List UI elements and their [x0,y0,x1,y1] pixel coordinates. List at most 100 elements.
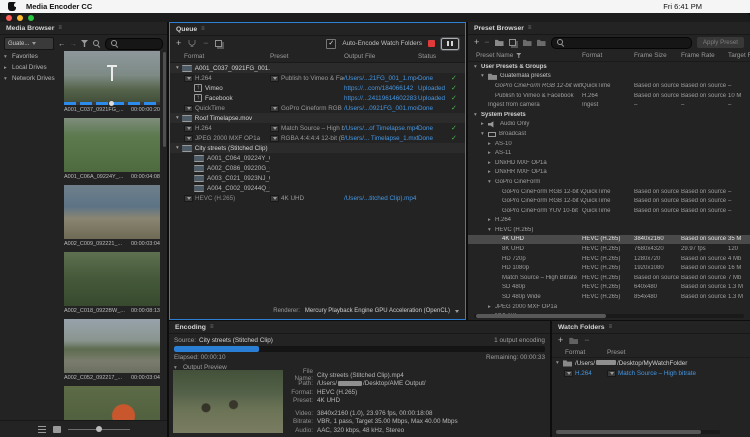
preset-row[interactable]: SD 480p Wide HEVC (H.265) 854x480 Based … [468,292,750,302]
preset-row[interactable]: ▸ DNxHD MXF OP1a [468,158,750,168]
preset-row[interactable]: Publish to Vimeo & Facebook H.264 Based … [468,91,750,101]
preset-row[interactable]: ▸ DNxHR MXF OP1a [468,168,750,178]
column-target-rate[interactable]: Target R [728,52,750,59]
preset-dropdown[interactable] [270,75,279,82]
preset-settings-icon[interactable] [509,39,516,46]
watch-hscrollbar[interactable] [556,430,720,434]
preset-dropdown[interactable] [270,195,279,202]
preset-dropdown[interactable] [607,370,616,377]
panel-menu-icon[interactable]: ≡ [528,25,532,31]
panel-menu-icon[interactable]: ≡ [58,25,62,31]
filter-icon[interactable] [81,40,88,47]
watch-folder-output-row[interactable]: H.264 Match Source – High bitrate [552,368,750,378]
queue-row[interactable]: ▾ ↑ A001_C037_0921FG_001.mov [170,63,465,73]
preset-row[interactable]: GoPro CineForm RGB 12-bit with alpha Qui… [468,187,750,197]
preset-row[interactable]: ▾ GoPro CineForm [468,177,750,187]
output-path[interactable]: /Users/...titched Clip).mp4 [344,195,416,202]
twisty-icon[interactable]: ▾ [4,54,10,60]
media-scrollbar[interactable] [163,52,166,147]
duplicate-button[interactable] [215,40,222,47]
status-icon[interactable] [643,2,654,11]
format-dropdown[interactable] [184,105,193,112]
media-thumbnail[interactable]: A002_C052_092217_... 00:00:03:04 [64,319,160,383]
auto-encode-checkbox[interactable]: ✓ [326,39,336,49]
twisty-icon[interactable]: ▸ [488,160,495,166]
new-group-icon[interactable] [495,39,504,46]
queue-row[interactable]: ↑ A002_C086_09220G_001 [170,163,465,173]
tab-media-browser[interactable]: Media Browser [6,25,54,32]
twisty-icon[interactable]: ▸ [488,217,495,223]
queue-row[interactable]: ▾ ↑ Roof Timelapse.mov [170,113,465,123]
panel-menu-icon[interactable]: ≡ [201,26,205,32]
preset-row[interactable]: ▾ User Presets & Groups [468,62,750,72]
format-dropdown[interactable] [184,135,193,142]
remove-watch-folder-button[interactable]: − [584,336,589,345]
preset-row[interactable]: Ingest from camera Ingest – – – [468,100,750,110]
preset-row[interactable]: 4K UHD HEVC (H.265) 3840x2160 Based on s… [468,235,750,245]
media-tree-item[interactable]: ▾ Favorites [0,51,62,62]
preset-row[interactable]: ▾ HEVC (H.265) [468,225,750,235]
status-icon[interactable] [623,2,634,11]
filter-icon[interactable] [516,53,521,58]
add-source-button[interactable]: + [176,39,181,48]
preset-search-input[interactable] [551,37,692,49]
column-output-file[interactable]: Output File [344,53,418,60]
tab-watch-folders[interactable]: Watch Folders [558,324,605,331]
preset-row[interactable]: ▸ AS-11 [468,148,750,158]
queue-row[interactable]: ↑ A001_C064_09224Y_001 [170,153,465,163]
format-dropdown[interactable] [184,195,193,202]
queue-row[interactable]: ▾ ↑ City streets (Stitched Clip) Hide 4 … [170,143,465,153]
media-thumbnail[interactable]: A001_C037_0921FG_... 00:00:00:20 [64,51,160,115]
status-icon[interactable] [563,2,574,11]
folder-icon[interactable] [569,337,578,344]
format-dropdown[interactable] [184,75,193,82]
output-path[interactable]: /Users/...21FG_001_1.mp4 [344,75,418,82]
queue-row[interactable]: ↑ JPEG 2000 MXF OP1a RGBA 4:4:4:4 12-bit… [170,133,465,143]
twisty-icon[interactable]: ▾ [176,65,179,71]
zoom-window-button[interactable] [28,15,34,21]
panel-menu-icon[interactable]: ≡ [210,324,214,330]
column-frame-size[interactable]: Frame Size [634,52,681,59]
preset-dropdown[interactable] [270,105,279,112]
tab-queue[interactable]: Queue [176,26,197,33]
scrollbar-thumb[interactable] [556,430,701,434]
list-view-icon[interactable] [38,426,46,433]
column-frame-rate[interactable]: Frame Rate [681,52,728,59]
preset-row[interactable]: SD 480p HEVC (H.265) 640x480 Based on so… [468,283,750,293]
scrollbar-thumb[interactable] [476,314,606,318]
twisty-icon[interactable]: ▾ [556,360,562,366]
output-path[interactable]: /Users/...of Timelapse.mp4 [344,125,418,132]
app-name[interactable]: Media Encoder CC [26,2,92,11]
preset-row[interactable]: HD 720p HEVC (H.265) 1280x720 Based on s… [468,254,750,264]
status-icon[interactable] [603,2,614,11]
twisty-icon[interactable]: ▾ [176,145,179,151]
twisty-icon[interactable]: ▸ [488,150,495,156]
queue-row[interactable]: ↑ QuickTime GoPro Cineform RGB 12... /Us… [170,103,465,113]
column-preset[interactable]: Preset [270,53,344,60]
close-window-button[interactable] [6,15,12,21]
status-icon[interactable] [543,2,554,11]
media-tree-item[interactable]: ▾ Network Drives [0,73,62,84]
output-path[interactable]: https://...24119614602283 [344,95,417,102]
preset-row[interactable]: ▸ Audio Only [468,120,750,130]
column-status[interactable]: Status [418,53,451,60]
media-search-input[interactable] [105,38,163,50]
twisty-icon[interactable]: ▾ [481,131,488,137]
column-format[interactable]: Format [582,52,634,59]
twisty-icon[interactable]: ▾ [488,179,495,185]
thumbnail-image[interactable] [64,252,160,306]
tab-preset-browser[interactable]: Preset Browser [474,25,524,32]
pause-queue-button[interactable] [441,38,459,50]
queue-row[interactable]: ↑ Facebook https://...24119614602283 Upl… [170,93,465,103]
preset-dropdown[interactable] [270,125,279,132]
add-output-icon[interactable] [187,39,197,48]
format-dropdown[interactable] [184,125,193,132]
preset-dropdown[interactable] [270,135,279,142]
twisty-icon[interactable]: ▾ [4,76,10,82]
output-path[interactable]: /Users/... Timelapse_1.mxf [344,135,418,142]
twisty-icon[interactable]: ▾ [488,227,495,233]
preset-row[interactable]: ▾ System Presets [468,110,750,120]
preset-row[interactable]: ▸ AS-10 [468,139,750,149]
column-format[interactable]: Format [170,53,270,60]
export-presets-icon[interactable] [537,39,546,46]
